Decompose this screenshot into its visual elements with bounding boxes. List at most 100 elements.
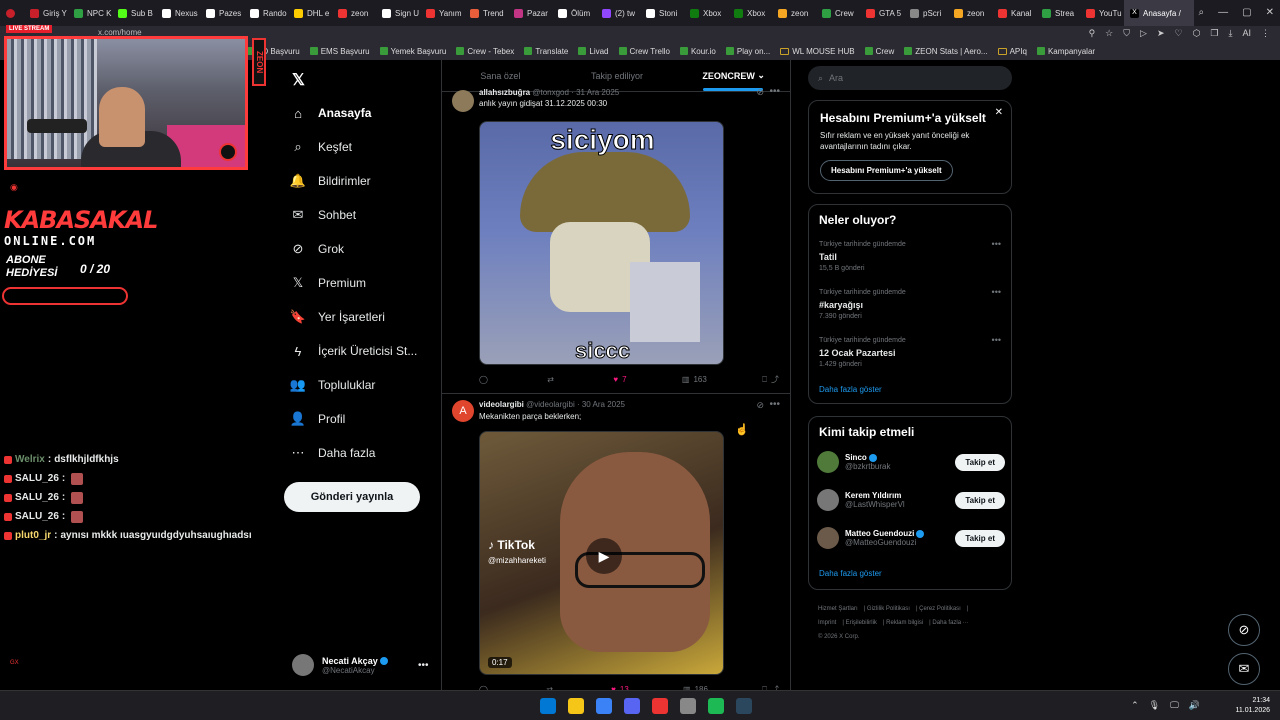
suggested-user-name[interactable]: Sinco [845, 453, 867, 462]
browser-tab[interactable]: Sub B [112, 0, 156, 26]
footer-link[interactable]: Hizmet Şartları [818, 606, 858, 612]
nav-item[interactable]: ✉ Sohbet [290, 204, 357, 226]
nav-item[interactable]: ϟ İçerik Üreticisi St... [290, 340, 418, 362]
minimize-icon[interactable]: — [1218, 7, 1228, 18]
maximize-icon[interactable]: ▢ [1242, 7, 1251, 18]
tweet-date[interactable]: 30 Ara 2025 [582, 400, 625, 409]
nav-item[interactable]: 🔔 Bildirimler [290, 170, 371, 192]
browser-tab[interactable]: YouTu [1080, 0, 1124, 26]
browser-tab[interactable]: Nexus [156, 0, 200, 26]
taskbar-app-icon[interactable] [624, 698, 640, 714]
more-icon[interactable]: ••• [992, 287, 1001, 297]
account-switcher[interactable]: Necati Akçay @NecatiAkcay [292, 654, 388, 676]
play-icon[interactable]: ▶ [586, 538, 622, 574]
footer-link[interactable]: Daha fazla ··· [932, 620, 968, 626]
follow-button[interactable]: Takip et [955, 492, 1005, 509]
premium-upgrade-button[interactable]: Hesabını Premium+'a yükselt [820, 160, 953, 181]
taskbar-app-icon[interactable] [708, 698, 724, 714]
copy-icon[interactable]: ❐ [1210, 28, 1218, 39]
bookmark-item[interactable]: Yemek Başvuru [379, 47, 446, 56]
like-button[interactable]: ♥ 7 [613, 374, 626, 385]
bookmark-folder[interactable]: APIq [997, 47, 1027, 56]
browser-tab[interactable]: Stoni [640, 0, 684, 26]
nav-item[interactable]: 𝕏 Premium [290, 272, 366, 294]
browser-tab[interactable]: zeon [772, 0, 816, 26]
close-icon[interactable]: ✕ [1266, 7, 1274, 18]
pin-icon[interactable]: ⚲ [1089, 28, 1096, 39]
tweet-handle[interactable]: @tonxgod [532, 88, 569, 97]
browser-tab[interactable]: Sign U [376, 0, 420, 26]
nav-item[interactable]: ⌕ Keşfet [290, 136, 352, 158]
browser-tab[interactable]: pScri [904, 0, 948, 26]
browser-tab[interactable]: Pazes [200, 0, 244, 26]
account-more-icon[interactable]: ••• [418, 660, 429, 671]
taskbar-app-icon[interactable] [680, 698, 696, 714]
browser-tab[interactable]: zeon [332, 0, 376, 26]
grok-icon[interactable]: ⊘ [756, 400, 764, 411]
more-icon[interactable]: ••• [992, 335, 1001, 345]
browser-tab[interactable]: (2) tw [596, 0, 640, 26]
browser-tab[interactable]: Pazar [508, 0, 552, 26]
bookmark-folder[interactable]: WL MOUSE HUB [780, 47, 855, 56]
browser-tab[interactable]: Giriş Y [24, 0, 68, 26]
x-logo-icon[interactable]: 𝕏 [292, 70, 305, 90]
views-button[interactable]: ▥ 163 [682, 374, 707, 385]
suggested-user-name[interactable]: Kerem Yıldırım [845, 491, 905, 500]
share-icon[interactable]: ⤴ [771, 374, 779, 385]
browser-menu-icon[interactable] [0, 0, 24, 26]
post-button[interactable]: Gönderi yayınla [284, 482, 420, 512]
suggested-user[interactable]: Sinco @bzkrtburak Takip et [817, 451, 1005, 473]
search-input[interactable]: ⌕ Ara [808, 66, 1012, 90]
browser-tab[interactable]: GTA 5 [860, 0, 904, 26]
close-icon[interactable]: ✕ [995, 107, 1003, 118]
tab-active[interactable]: X Anasayfa / [1124, 0, 1194, 26]
browser-tab[interactable]: zeon [948, 0, 992, 26]
chevron-up-icon[interactable]: ⌃ [1131, 700, 1139, 711]
browser-tab[interactable]: DHL e [288, 0, 332, 26]
bookmark-button[interactable]: ⎕ ⤴ [762, 374, 779, 385]
follow-button[interactable]: Takip et [955, 530, 1005, 547]
tweet-author-name[interactable]: videolargibi [479, 400, 524, 409]
bookmark-item[interactable]: Kour.io [679, 47, 716, 56]
heart-icon[interactable]: ♡ [1174, 28, 1182, 39]
more-icon[interactable]: ••• [769, 86, 780, 97]
browser-tab[interactable]: Xbox [684, 0, 728, 26]
browser-tab[interactable]: Rando [244, 0, 288, 26]
download-icon[interactable]: ⤓ [1229, 28, 1233, 39]
retweet-button[interactable]: ⇄ [547, 374, 558, 385]
bookmark-item[interactable]: ZEON Stats | Aero... [904, 47, 988, 56]
tweet[interactable]: A videolargibi @videolargibi · 30 Ara 20… [442, 394, 790, 690]
avatar[interactable] [817, 527, 839, 549]
bookmark-item[interactable]: Livad [578, 47, 609, 56]
footer-link[interactable]: Reklam bilgisi [886, 620, 923, 626]
bookmark-item[interactable]: Crew Trello [618, 47, 670, 56]
nav-item[interactable]: 🔖 Yer İşaretleri [290, 306, 385, 328]
microphone-icon[interactable]: 🎙 [1149, 700, 1160, 711]
ai-button[interactable]: AI [1242, 28, 1251, 39]
suggested-user-name[interactable]: Matteo Guendouzi [845, 529, 914, 538]
grok-fab-button[interactable]: ⊘ [1228, 614, 1260, 646]
browser-tab[interactable]: Crew [816, 0, 860, 26]
clock[interactable]: 21:34 11.01.2026 [1235, 696, 1270, 716]
extensions-icon[interactable]: ⬡ [1193, 28, 1201, 39]
follow-button[interactable]: Takip et [955, 454, 1005, 471]
browser-tab[interactable]: Strea [1036, 0, 1080, 26]
bookmark-item[interactable]: Crew - Tebex [456, 47, 514, 56]
taskbar-app-icon[interactable] [596, 698, 612, 714]
send-icon[interactable]: ➤ [1157, 28, 1165, 39]
nav-item[interactable]: ⊘ Grok [290, 238, 344, 260]
taskbar-app-icon[interactable] [736, 698, 752, 714]
tweet-avatar[interactable]: A [452, 400, 474, 422]
browser-tab[interactable]: Xbox [728, 0, 772, 26]
tweet-video[interactable]: ♪ TikTok @mizahhareketi ▶ 0:17 [479, 431, 724, 675]
browser-tab[interactable]: Trend [464, 0, 508, 26]
shield-icon[interactable]: ⛉ [1123, 28, 1130, 39]
search-icon[interactable]: ⌕ [1199, 7, 1205, 18]
suggested-user[interactable]: Matteo Guendouzi @MatteoGuendouzi Takip e… [817, 527, 1005, 549]
avatar[interactable] [817, 451, 839, 473]
avatar[interactable] [817, 489, 839, 511]
bookmark-item[interactable]: EMS Başvuru [309, 47, 370, 56]
grok-icon[interactable]: ⊘ [756, 87, 764, 98]
trend-item[interactable]: Türkiye tarihinde gündemde 12 Ocak Pazart… [819, 335, 906, 371]
volume-icon[interactable]: 🔊 [1189, 700, 1200, 711]
